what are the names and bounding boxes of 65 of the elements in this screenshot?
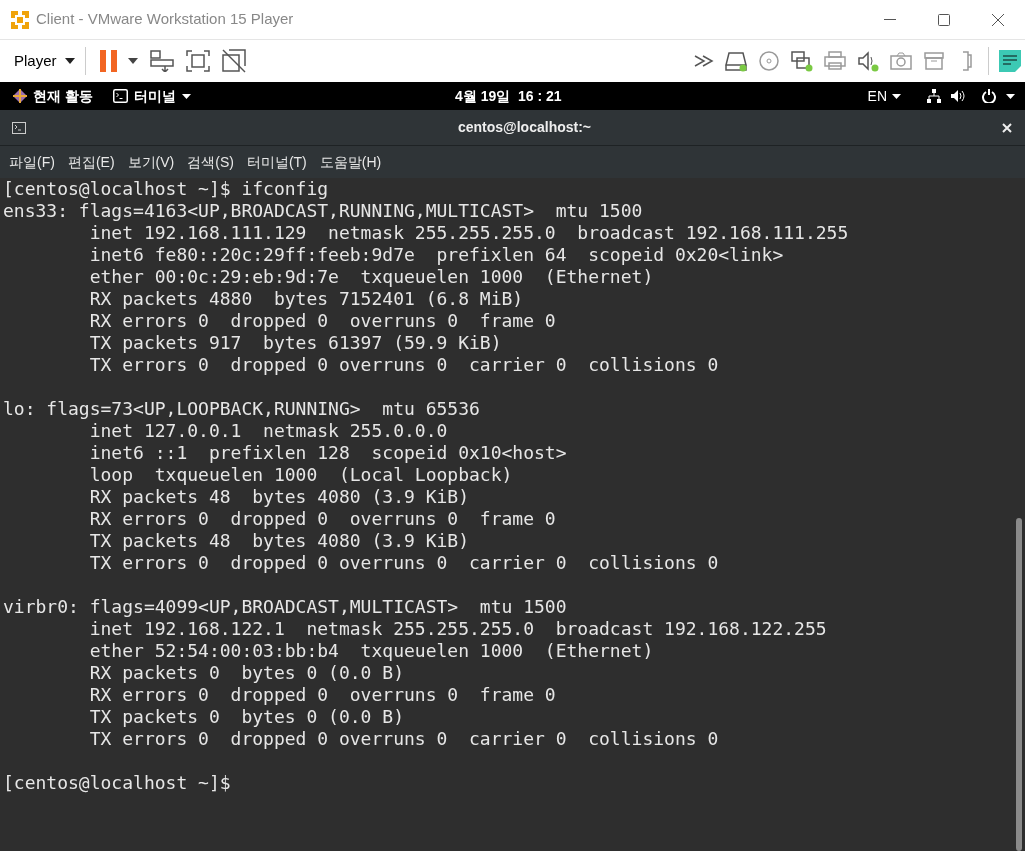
input-method-menu[interactable]: EN	[867, 85, 901, 107]
power-icon[interactable]	[982, 89, 996, 103]
speaker-icon[interactable]	[857, 50, 879, 72]
maximize-icon	[938, 13, 950, 26]
terminal-line: inet6 fe80::20c:29ff:feeb:9d7e prefixlen 64 scopeid 0x20<link>	[88, 244, 785, 266]
printer-icon[interactable]	[824, 50, 846, 72]
caret-icon	[64, 58, 75, 64]
terminal-line: inet 127.0.0.1 netmask 255.0.0.0	[88, 420, 449, 442]
terminal-line: inet6 ::1 prefixlen 128 scopeid 0x10<host>	[88, 442, 568, 464]
menu-item[interactable]: 터미널(T)	[240, 149, 313, 175]
terminal-line: RX packets 48 bytes 4080 (3.9 KiB)	[88, 486, 470, 508]
clock[interactable]: 4월 19일 16 : 21	[455, 85, 562, 107]
terminal-line: RX packets 4880 bytes 7152401 (6.8 MiB)	[88, 288, 525, 310]
caret-icon	[127, 58, 138, 64]
terminal-line: TX errors 0 dropped 0 overruns 0 carrier 0 collisions 0	[88, 552, 720, 574]
close-icon	[1002, 122, 1012, 133]
terminal-icon	[12, 121, 26, 134]
caret-icon	[892, 93, 901, 99]
terminal-line: TX errors 0 dropped 0 overruns 0 carrier 0 collisions 0	[88, 728, 720, 750]
terminal-line: [centos@localhost ~]$ ifconfig	[3, 178, 330, 200]
terminal-title: centos@localhost:~	[457, 118, 592, 137]
minimize-icon	[884, 18, 896, 21]
terminal-line: virbr0: flags=4099<UP,BROADCAST,MULTICAST> mtu 1500	[3, 596, 568, 618]
terminal-line: RX packets 0 bytes 0 (0.0 B)	[88, 662, 405, 684]
volume-icon[interactable]	[951, 89, 965, 103]
network-icon[interactable]	[927, 89, 941, 103]
window-title: Client - VMware Workstation 15 Player	[36, 9, 294, 30]
terminal-line: TX packets 48 bytes 4080 (3.9 KiB)	[88, 530, 470, 552]
terminal-line: inet 192.168.111.129 netmask 255.255.255.0 broadcast 192.168.111.255	[88, 222, 850, 244]
terminal-line: TX packets 0 bytes 0 (0.0 B)	[88, 706, 405, 728]
camera-icon[interactable]	[890, 50, 912, 72]
menu-item[interactable]: 보기(V)	[121, 149, 181, 175]
terminal-line: ether 52:54:00:03:bb:b4 txqueuelen 1000 (Ethernet)	[88, 640, 655, 662]
terminal-line: RX errors 0 dropped 0 overruns 0 frame 0	[88, 310, 557, 332]
terminal-line: ens33: flags=4163<UP,BROADCAST,RUNNING,MULTICAST> mtu 1500	[3, 200, 644, 222]
app-logo-icon	[10, 9, 30, 30]
activities-button[interactable]: 현재 활동	[33, 85, 93, 107]
terminal-icon	[112, 89, 128, 103]
caret-icon[interactable]	[1006, 93, 1015, 99]
caret-icon	[181, 93, 191, 99]
menu-item[interactable]: 도움말(H)	[313, 149, 388, 175]
archive-icon[interactable]	[923, 50, 945, 72]
scrollbar-thumb[interactable]	[1016, 518, 1022, 851]
menu-item[interactable]: 검색(S)	[181, 149, 240, 175]
player-menu[interactable]: Player	[8, 46, 81, 76]
terminal-line: TX errors 0 dropped 0 overruns 0 carrier 0 collisions 0	[88, 354, 720, 376]
terminal-line: RX errors 0 dropped 0 overruns 0 frame 0	[88, 684, 557, 706]
terminal-line: TX packets 917 bytes 61397 (59.9 KiB)	[88, 332, 503, 354]
terminal-line: loop txqueuelen 1000 (Local Loopback)	[88, 464, 514, 486]
pause-icon	[99, 50, 118, 72]
fit-screen-icon[interactable]	[185, 50, 210, 72]
terminal-line: lo: flags=73<UP,LOOPBACK,RUNNING> mtu 65536	[3, 398, 481, 420]
menu-item[interactable]: 편집(E)	[61, 149, 121, 175]
terminal-line: ether 00:0c:29:eb:9d:7e txqueuelen 1000 (Ethernet)	[88, 266, 655, 288]
disc-icon[interactable]	[758, 50, 780, 72]
terminal-line: inet 192.168.122.1 netmask 255.255.255.0 broadcast 192.168.122.255	[88, 618, 828, 640]
network-adapter-icon[interactable]	[791, 50, 813, 72]
menu-item[interactable]: 파일(F)	[3, 149, 61, 175]
terminal-line: RX errors 0 dropped 0 overruns 0 frame 0	[88, 508, 557, 530]
terminal-line: [centos@localhost ~]$	[3, 772, 232, 794]
note-icon[interactable]	[999, 50, 1021, 72]
distro-logo-icon	[13, 89, 27, 103]
double-chevron-icon[interactable]	[694, 55, 714, 67]
terminal-app-menu[interactable]: 터미널	[112, 85, 191, 107]
close-icon	[992, 13, 1004, 26]
